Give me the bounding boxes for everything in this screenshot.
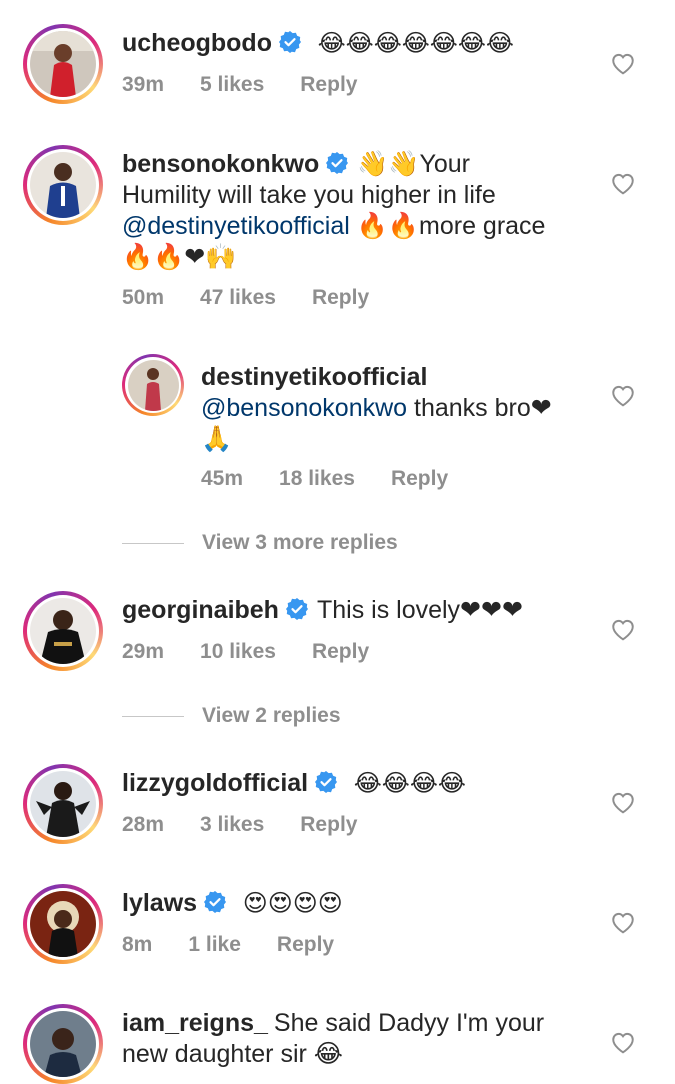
comment-text: thanks bro❤: [407, 394, 552, 422]
verified-badge-icon: [315, 771, 338, 793]
comment-text-line: 🔥🔥❤🙌: [122, 243, 237, 271]
heart-icon[interactable]: [610, 383, 636, 407]
divider-line: [122, 542, 184, 544]
comment-text-line: 🙏: [201, 425, 233, 453]
likes-count[interactable]: 1 like: [188, 933, 241, 956]
avatar-destinyetikoofficial[interactable]: [122, 354, 184, 416]
heart-icon[interactable]: [610, 171, 636, 195]
avatar-lylaws[interactable]: [23, 884, 103, 964]
likes-count[interactable]: 47 likes: [200, 286, 276, 309]
comment-text: 😍😍😍😍: [235, 889, 343, 917]
divider-line: [122, 715, 184, 717]
reply-button[interactable]: Reply: [391, 467, 448, 490]
username[interactable]: lizzygoldofficial: [122, 769, 308, 797]
comment-time: 39m: [122, 73, 165, 96]
comment-text: 😂😂😂😂😂😂😂: [309, 29, 514, 57]
comment-time: 28m: [122, 813, 165, 836]
comment-time: 29m: [122, 640, 165, 663]
reply-button[interactable]: Reply: [277, 933, 334, 956]
heart-icon[interactable]: [610, 910, 636, 934]
mention-link[interactable]: @bensonokonkwo: [201, 394, 407, 422]
heart-icon[interactable]: [610, 617, 636, 641]
likes-count[interactable]: 18 likes: [279, 467, 355, 490]
reply-button[interactable]: Reply: [312, 286, 369, 309]
comment-time: 8m: [122, 933, 153, 956]
username[interactable]: lylaws: [122, 889, 197, 917]
heart-icon[interactable]: [610, 1030, 636, 1054]
likes-count[interactable]: 3 likes: [200, 813, 264, 836]
avatar-ucheogbodo[interactable]: [23, 24, 103, 104]
comment-text: 👋👋Your: [357, 150, 471, 178]
reply-button[interactable]: Reply: [312, 640, 369, 663]
username[interactable]: georginaibeh: [122, 596, 279, 624]
comment-time: 45m: [201, 467, 244, 490]
comment-text-line: Humility will take you higher in life: [122, 181, 496, 209]
verified-badge-icon: [204, 891, 227, 913]
view-more-replies-label: View 3 more replies: [202, 531, 398, 554]
avatar-georginaibeh[interactable]: [23, 591, 103, 671]
heart-icon[interactable]: [610, 51, 636, 75]
verified-badge-icon: [278, 31, 301, 53]
view-replies-button[interactable]: View 2 replies: [122, 704, 341, 728]
likes-count[interactable]: 10 likes: [200, 640, 276, 663]
comment-text: 😂😂😂😂: [346, 769, 466, 797]
likes-count[interactable]: 5 likes: [200, 73, 264, 96]
username[interactable]: bensonokonkwo: [122, 150, 319, 178]
avatar-bensonokonkwo[interactable]: [23, 145, 103, 225]
username[interactable]: destinyetikoofficial: [201, 363, 427, 391]
avatar-lizzygoldofficial[interactable]: [23, 764, 103, 844]
username[interactable]: iam_reigns_: [122, 1009, 268, 1037]
verified-badge-icon: [326, 152, 349, 174]
avatar-iam-reigns[interactable]: [23, 1004, 103, 1084]
verified-badge-icon: [285, 598, 308, 620]
comment-text: She said Dadyy I'm your: [273, 1009, 545, 1037]
heart-icon[interactable]: [610, 790, 636, 814]
comment-time: 50m: [122, 286, 165, 309]
comment-text: This is lovely❤❤❤: [316, 596, 523, 624]
comment-text-line: 🔥🔥more grace: [349, 212, 546, 240]
reply-button[interactable]: Reply: [300, 813, 357, 836]
reply-button[interactable]: Reply: [300, 73, 357, 96]
view-more-replies-button[interactable]: View 3 more replies: [122, 531, 398, 555]
username[interactable]: ucheogbodo: [122, 29, 272, 57]
comment-text-line: new daughter sir 😂: [122, 1040, 343, 1068]
view-replies-label: View 2 replies: [202, 704, 341, 727]
mention-link[interactable]: @destinyetikoofficial: [122, 212, 350, 240]
